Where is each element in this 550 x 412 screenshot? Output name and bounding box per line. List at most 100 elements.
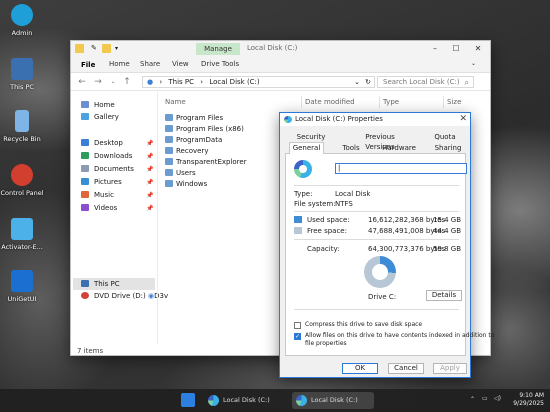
sidebar-item-this-pc[interactable]: This PC — [81, 279, 120, 290]
tab-home[interactable]: Home — [109, 60, 130, 68]
folder-icon — [165, 169, 173, 176]
chevron-down-icon[interactable]: ⌄ — [471, 60, 476, 67]
tab-quota[interactable]: Quota — [430, 132, 460, 142]
desktop-icon-control-panel[interactable]: Control Panel — [0, 164, 44, 197]
music-icon — [81, 191, 89, 198]
sidebar-item-dvd-drive[interactable]: DVD Drive (D:) ◉D3v — [81, 291, 168, 302]
tab-general[interactable]: General — [289, 142, 324, 154]
column-divider[interactable] — [379, 96, 380, 108]
tab-drive-tools[interactable]: Drive Tools — [201, 60, 239, 68]
pane-divider[interactable] — [157, 92, 158, 344]
chevron-down-icon[interactable]: ▾ — [115, 44, 124, 53]
desktop-icon-unigetui[interactable]: UniGetUI — [0, 270, 44, 303]
column-header-date[interactable]: Date modified — [305, 98, 355, 106]
sidebar-item-pictures[interactable]: Pictures — [81, 177, 122, 188]
desktop-icon-admin[interactable]: Admin — [0, 4, 44, 37]
taskbar-app-explorer[interactable]: Local Disk (C:) — [204, 392, 280, 409]
index-checkbox[interactable]: ✓ — [294, 333, 301, 340]
close-icon[interactable]: ✕ — [459, 114, 467, 124]
list-item[interactable]: Users — [165, 168, 196, 179]
folder-icon — [75, 44, 84, 53]
list-item[interactable]: TransparentExplorer — [165, 157, 247, 168]
tab-view[interactable]: View — [172, 60, 189, 68]
search-input[interactable]: Search Local Disk (C:) ⌕ — [377, 76, 474, 88]
desktop-icon-label: Admin — [11, 29, 33, 37]
back-arrow-icon[interactable]: ← — [77, 77, 87, 87]
drive-icon — [296, 395, 307, 406]
details-button[interactable]: Details — [426, 290, 462, 301]
up-arrow-icon[interactable]: ↑ — [122, 77, 132, 87]
sidebar-item-videos[interactable]: Videos — [81, 203, 117, 214]
apply-button[interactable]: Apply — [433, 363, 467, 374]
pin-icon[interactable]: 📌 — [146, 192, 153, 199]
tab-share[interactable]: Share — [140, 60, 160, 68]
properties-icon[interactable]: ✎ — [91, 44, 100, 53]
breadcrumb-local-disk[interactable]: Local Disk (C:) — [209, 78, 259, 86]
sidebar-item-music[interactable]: Music — [81, 190, 114, 201]
tab-security[interactable]: Security — [294, 132, 328, 142]
downloads-icon — [81, 152, 89, 159]
minimize-button[interactable]: – — [429, 43, 441, 55]
sidebar-item-desktop[interactable]: Desktop — [81, 138, 123, 149]
clock-time: 9:10 AM — [519, 392, 544, 399]
pin-icon[interactable]: 📌 — [146, 153, 153, 160]
system-clock[interactable]: 9:10 AM 9/29/2025 — [513, 392, 544, 408]
tab-file[interactable]: File — [81, 60, 95, 71]
pin-icon[interactable]: 📌 — [146, 205, 153, 212]
list-item[interactable]: Program Files (x86) — [165, 124, 244, 135]
recent-chevron-icon[interactable]: ⌄ — [108, 77, 118, 87]
taskbar-app-properties[interactable]: Local Disk (C:) Prop... — [292, 392, 374, 409]
cancel-button[interactable]: Cancel — [388, 363, 424, 374]
used-space-label: Used space: — [307, 216, 350, 224]
chevron-down-icon[interactable]: ⌄ — [354, 77, 360, 87]
chevron-up-icon[interactable]: ⌃ — [470, 396, 475, 403]
desktop-icon-recycle-bin[interactable]: Recycle Bin — [0, 110, 44, 143]
used-space-swatch — [294, 216, 302, 223]
tab-strip: Security Previous Versions Quota General… — [280, 130, 470, 154]
ok-button[interactable]: OK — [342, 363, 378, 374]
breadcrumb-this-pc[interactable]: This PC — [168, 78, 194, 86]
title-bar[interactable]: ✎ ▾ Manage Local Disk (C:) – ☐ ✕ — [71, 41, 490, 57]
compress-checkbox[interactable] — [294, 322, 301, 329]
list-item[interactable]: Windows — [165, 179, 207, 190]
tab-hardware[interactable]: Hardware — [381, 143, 417, 153]
tab-tools[interactable]: Tools — [338, 143, 364, 153]
desktop-icon-this-pc[interactable]: This PC — [0, 58, 44, 91]
clock-date: 9/29/2025 — [513, 400, 544, 407]
list-item[interactable]: ProgramData — [165, 135, 222, 146]
taskbar: Local Disk (C:) Local Disk (C:) Prop... … — [0, 389, 550, 412]
pin-icon[interactable]: 📌 — [146, 179, 153, 186]
dialog-title: Local Disk (C:) Properties — [295, 115, 383, 123]
column-divider[interactable] — [301, 96, 302, 108]
tab-sharing[interactable]: Sharing — [432, 143, 464, 153]
volume-icon[interactable]: ◁) — [494, 395, 501, 402]
maximize-button[interactable]: ☐ — [450, 43, 462, 55]
refresh-icon[interactable]: ↻ — [365, 77, 371, 87]
pin-icon[interactable]: 📌 — [146, 140, 153, 147]
forward-arrow-icon[interactable]: → — [93, 77, 103, 87]
desktop-icon-activator[interactable]: Activator-E... — [0, 218, 44, 251]
network-icon[interactable]: ▭ — [482, 395, 488, 402]
search-icon: ⌕ — [464, 78, 469, 87]
address-bar[interactable]: ● › This PC › Local Disk (C:) ⌄ ↻ — [142, 76, 375, 88]
dialog-title-bar[interactable]: Local Disk (C:) Properties ✕ — [280, 113, 470, 126]
column-header-type[interactable]: Type — [383, 98, 399, 106]
activator-icon — [11, 218, 33, 240]
column-divider[interactable] — [443, 96, 444, 108]
list-item[interactable]: Recovery — [165, 146, 208, 157]
pictures-icon — [81, 178, 89, 185]
new-folder-icon[interactable] — [102, 44, 111, 53]
sidebar-item-gallery[interactable]: Gallery — [81, 112, 119, 123]
list-item[interactable]: Program Files — [165, 113, 223, 124]
column-header-name[interactable]: Name — [165, 98, 186, 106]
close-button[interactable]: ✕ — [472, 43, 484, 55]
volume-name-input[interactable]: | — [335, 163, 467, 174]
pin-icon[interactable]: 📌 — [146, 166, 153, 173]
sidebar-item-documents[interactable]: Documents — [81, 164, 134, 175]
column-header-size[interactable]: Size — [447, 98, 461, 106]
sidebar-item-home[interactable]: Home — [81, 100, 115, 111]
tab-previous-versions[interactable]: Previous Versions — [350, 132, 410, 151]
tab-manage[interactable]: Manage — [196, 43, 240, 55]
sidebar-item-downloads[interactable]: Downloads — [81, 151, 132, 162]
windows-start-icon[interactable] — [181, 393, 195, 407]
